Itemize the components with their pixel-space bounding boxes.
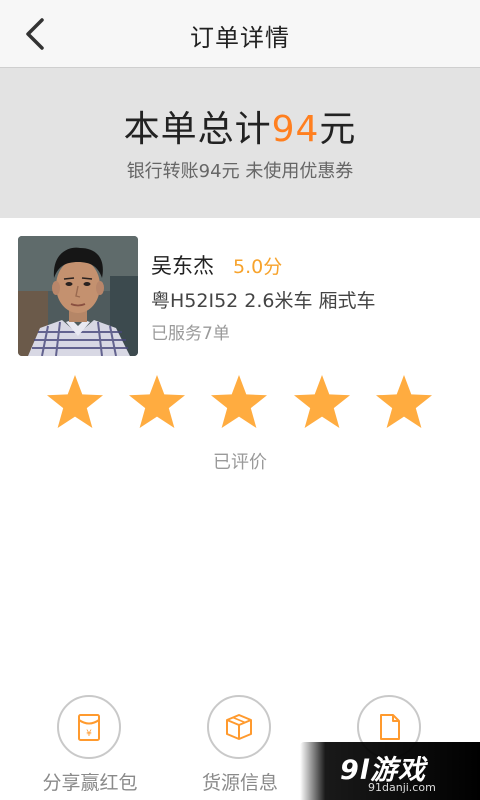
- svg-text:¥: ¥: [86, 729, 92, 739]
- action-label: 分享赢红包: [42, 772, 138, 794]
- driver-avatar: [18, 236, 138, 356]
- site-watermark: 9l游戏 91danji.com: [300, 742, 480, 800]
- star-icon: [129, 375, 185, 428]
- cargo-info-button[interactable]: 货源信息: [165, 690, 315, 800]
- total-amount: 94: [271, 109, 320, 150]
- total-prefix: 本单总计: [123, 109, 272, 150]
- star-icon: [294, 375, 350, 428]
- page-title: 订单详情: [190, 24, 290, 52]
- action-label: 货源信息: [201, 772, 278, 794]
- star-icon: [211, 375, 267, 428]
- orders-served: 已服务7单: [151, 324, 230, 344]
- rating-section: 已评价: [0, 373, 480, 473]
- driver-name: 吴东杰: [151, 254, 214, 278]
- action-circle: ¥: [57, 695, 121, 759]
- driver-card: 吴东杰 5.0分 粤H52I52 2.6米车 厢式车 已服务7单: [0, 218, 480, 368]
- watermark-site: 91danji.com: [368, 781, 436, 794]
- document-icon: [380, 714, 400, 740]
- navigation-bar: 订单详情: [0, 0, 480, 68]
- star-icon: [47, 375, 103, 428]
- vehicle-info: 粤H52I52 2.6米车 厢式车: [151, 290, 376, 312]
- order-total: 本单总计94元: [0, 100, 480, 152]
- driver-score: 5.0分: [233, 256, 283, 278]
- order-summary: 本单总计94元 银行转账94元 未使用优惠券: [0, 68, 480, 218]
- package-box-icon: [226, 714, 252, 740]
- order-detail-screen: 订单详情 本单总计94元 银行转账94元 未使用优惠券 吴东杰 5.0分 粤H5…: [0, 0, 480, 800]
- action-circle: [207, 695, 271, 759]
- payment-note: 银行转账94元 未使用优惠券: [126, 161, 354, 182]
- red-envelope-icon: ¥: [78, 714, 100, 741]
- total-suffix: 元: [319, 109, 357, 150]
- star-icon: [376, 375, 432, 428]
- rating-status: 已评价: [213, 452, 267, 473]
- share-red-envelope-button[interactable]: ¥ 分享赢红包: [15, 690, 165, 800]
